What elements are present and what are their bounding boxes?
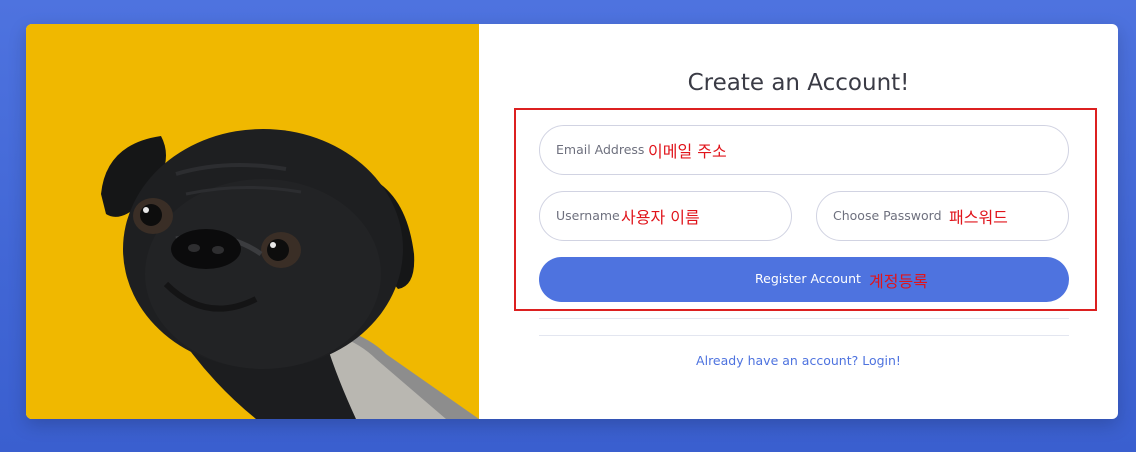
pug-dog-image [26, 24, 479, 419]
register-button-annotation: 계정등록 [869, 272, 928, 291]
email-field[interactable]: Email Address 이메일 주소 [539, 125, 1069, 175]
register-button-label: Register Account [755, 271, 861, 286]
username-placeholder: Username [556, 208, 620, 223]
email-annotation: 이메일 주소 [648, 142, 727, 161]
password-annotation: 패스워드 [949, 208, 1008, 227]
email-placeholder: Email Address [556, 142, 645, 157]
password-placeholder: Choose Password [833, 208, 942, 223]
login-link[interactable]: Already have an account? Login! [479, 353, 1118, 368]
page-title: Create an Account! [687, 70, 910, 96]
username-annotation: 사용자 이름 [621, 208, 700, 227]
divider [539, 318, 1069, 319]
username-field[interactable]: Username 사용자 이름 [539, 191, 792, 241]
divider [539, 335, 1069, 336]
register-form: Create an Account! Email Address 이메일 주소 … [479, 24, 1118, 419]
password-field[interactable]: Choose Password 패스워드 [816, 191, 1069, 241]
register-card: Create an Account! Email Address 이메일 주소 … [26, 24, 1118, 419]
register-button[interactable]: Register Account 계정등록 [539, 257, 1069, 302]
